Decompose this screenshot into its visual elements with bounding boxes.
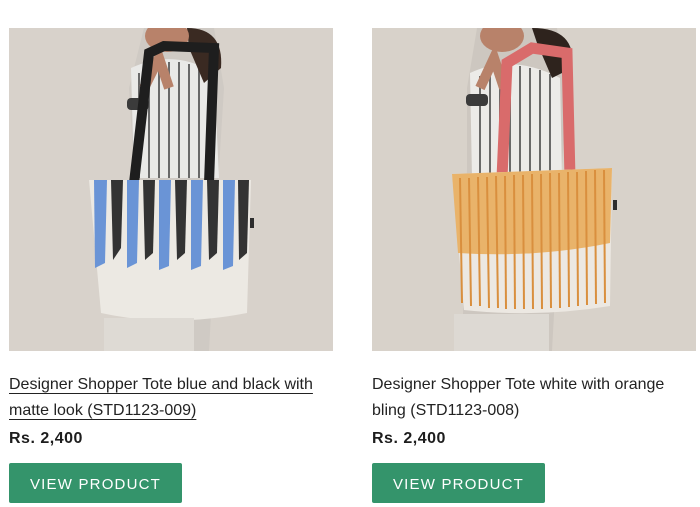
product-photo-blue-black-tote bbox=[9, 28, 333, 351]
product-title-link[interactable]: Designer Shopper Tote blue and black wit… bbox=[9, 372, 333, 424]
view-product-button[interactable]: VIEW PRODUCT bbox=[372, 463, 545, 503]
product-card: Designer Shopper Tote blue and black wit… bbox=[9, 0, 333, 503]
product-image[interactable] bbox=[372, 28, 696, 351]
product-image[interactable] bbox=[9, 28, 333, 351]
view-product-button[interactable]: VIEW PRODUCT bbox=[9, 463, 182, 503]
product-photo-white-orange-tote bbox=[372, 28, 696, 351]
product-card: Designer Shopper Tote white with orange … bbox=[372, 0, 696, 503]
product-title-text[interactable]: Designer Shopper Tote blue and black wit… bbox=[9, 376, 313, 419]
product-title-link[interactable]: Designer Shopper Tote white with orange … bbox=[372, 372, 696, 424]
product-title-text[interactable]: Designer Shopper Tote white with orange … bbox=[372, 376, 664, 419]
product-price: Rs. 2,400 bbox=[372, 430, 446, 447]
product-price: Rs. 2,400 bbox=[9, 430, 83, 447]
